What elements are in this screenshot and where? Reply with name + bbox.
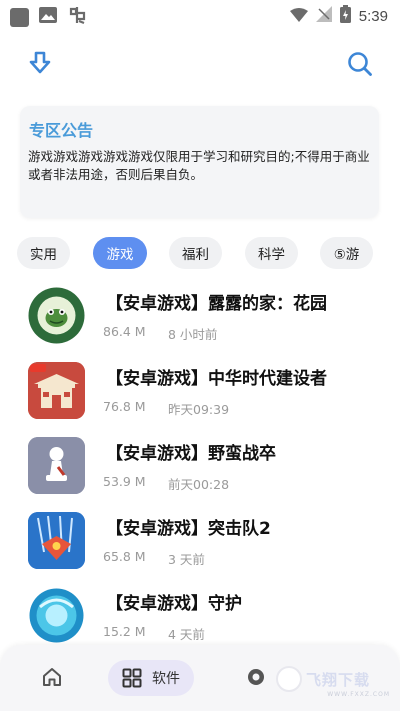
nav-discover-button[interactable]	[246, 667, 266, 687]
home-icon	[43, 668, 61, 686]
app-size: 86.4 M	[103, 324, 146, 339]
watermark-subtext: WWW.FXXZ.COM	[327, 691, 390, 698]
tab-science[interactable]: 科学	[245, 237, 298, 269]
announcement-title: 专区公告	[29, 121, 94, 140]
list-item[interactable]: 【安卓游戏】中华时代建设者 76.8 M 昨天09:39	[0, 362, 400, 436]
pawn-icon	[28, 437, 85, 494]
app-size: 53.9 M	[103, 474, 146, 489]
app-time: 8 小时前	[168, 327, 218, 342]
search-button[interactable]	[346, 50, 374, 78]
no-signal-icon	[315, 6, 332, 26]
tab-five-games[interactable]: ⑤游	[320, 237, 373, 269]
watermark-circle-icon	[276, 666, 302, 692]
announcement-body: 游戏游戏游戏游戏游戏仅限用于学习和研究目的;不得用于商业或者非法用途，否则后果自…	[28, 149, 370, 182]
watermark-text: 飞翔下载	[306, 670, 371, 689]
nav-software-button[interactable]: 软件	[108, 660, 194, 696]
wifi-icon	[289, 7, 308, 26]
battery-charging-icon	[339, 5, 351, 27]
app-title: 【安卓游戏】守护	[106, 594, 242, 614]
magic-orb-icon	[28, 587, 85, 644]
tab-games[interactable]: 游戏	[93, 237, 147, 269]
app-size: 15.2 M	[103, 624, 146, 639]
image-icon	[39, 7, 57, 27]
app-time: 4 天前	[168, 627, 205, 642]
status-bar: 5:39	[0, 0, 400, 28]
app-title: 【安卓游戏】野蛮战卒	[106, 444, 276, 464]
nav-software-label: 软件	[152, 671, 180, 687]
app-square-icon	[10, 7, 29, 27]
rocket-icon	[28, 512, 85, 569]
list-item[interactable]: 【安卓游戏】突击队2 65.8 M 3 天前	[0, 512, 400, 586]
app-title: 【安卓游戏】露露的家：花园	[106, 294, 327, 314]
category-tabs: 实用 游戏 福利 科学 ⑤游	[0, 237, 400, 271]
list-item[interactable]: 【安卓游戏】野蛮战卒 53.9 M 前天00:28	[0, 437, 400, 511]
tab-utility[interactable]: 实用	[17, 237, 70, 269]
watermark-logo: 飞翔下载 WWW.FXXZ.COM	[276, 664, 394, 698]
compass-icon	[248, 669, 264, 685]
app-title: 【安卓游戏】中华时代建设者	[106, 369, 327, 389]
app-time: 前天00:28	[168, 477, 230, 492]
bug-icon	[67, 5, 87, 29]
search-icon	[348, 52, 372, 76]
app-size: 76.8 M	[103, 399, 146, 414]
tab-welfare[interactable]: 福利	[169, 237, 222, 269]
nav-home-button[interactable]	[40, 665, 64, 689]
palace-icon	[28, 362, 85, 419]
download-icon	[29, 51, 51, 74]
plant-flowers-icon	[28, 287, 85, 344]
app-time: 3 天前	[168, 552, 205, 567]
app-title: 【安卓游戏】突击队2	[106, 519, 271, 539]
announcement-card: 专区公告 游戏游戏游戏游戏游戏仅限用于学习和研究目的;不得用于商业或者非法用途，…	[20, 106, 379, 218]
app-size: 65.8 M	[103, 549, 146, 564]
download-button[interactable]	[26, 50, 54, 78]
app-time: 昨天09:39	[168, 402, 230, 417]
grid-icon	[122, 668, 142, 688]
bottom-nav: 软件 飞翔下载 WWW.FXXZ.COM	[0, 645, 400, 711]
status-time: 5:39	[358, 7, 388, 25]
list-item[interactable]: 【安卓游戏】露露的家：花园 86.4 M 8 小时前	[0, 287, 400, 361]
